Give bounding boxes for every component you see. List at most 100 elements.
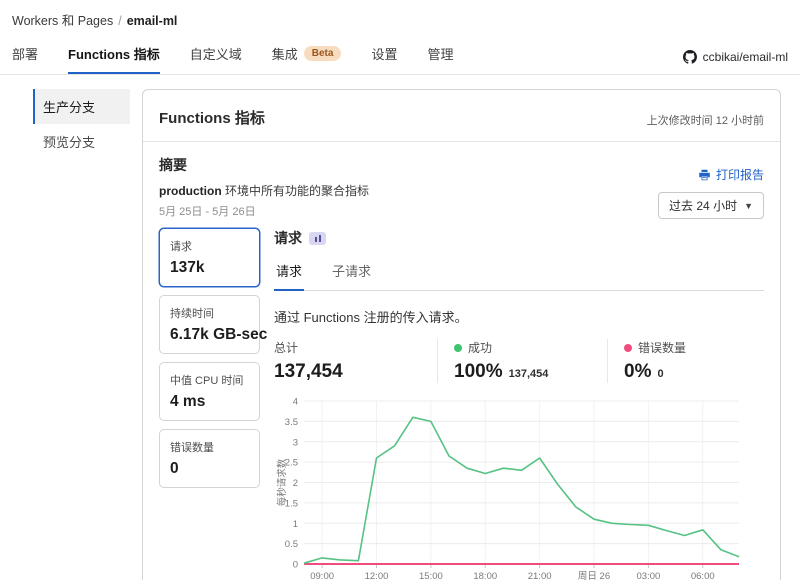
summary-block: 摘要 production 环境中所有功能的聚合指标 5月 25日 - 5月 2… <box>159 155 369 219</box>
svg-text:3: 3 <box>293 437 298 448</box>
tab-集成[interactable]: 集成 Beta <box>272 38 342 74</box>
stat-label-text: 错误数量 <box>638 339 686 356</box>
time-range-dropdown[interactable]: 过去 24 小时 ▼ <box>658 192 764 219</box>
svg-text:周日 26: 周日 26 <box>578 571 610 580</box>
stat-label: 错误数量 <box>624 339 686 356</box>
stat-label-text: 总计 <box>274 339 298 356</box>
stat-sub-value: 0 <box>657 368 663 380</box>
stat-label-text: 成功 <box>468 339 492 356</box>
content: 生产分支预览分支 Functions 指标 上次修改时间 12 小时前 摘要 p… <box>0 75 800 580</box>
functions-metrics-card: Functions 指标 上次修改时间 12 小时前 摘要 production… <box>142 89 781 580</box>
requests-tab-请求[interactable]: 请求 <box>274 257 304 291</box>
page-title: Functions 指标 <box>159 107 265 128</box>
tab-label: 集成 <box>272 44 298 63</box>
metric-card-请求[interactable]: 请求 137k <box>159 228 260 287</box>
beta-badge: Beta <box>304 46 342 61</box>
stat-value-row: 137,454 <box>274 361 421 383</box>
metric-label: 错误数量 <box>170 439 249 455</box>
requests-info-badge-icon[interactable] <box>309 232 326 245</box>
card-header: Functions 指标 上次修改时间 12 小时前 <box>143 90 780 142</box>
svg-text:3.5: 3.5 <box>285 417 298 428</box>
tab-管理[interactable]: 管理 <box>427 38 453 74</box>
breadcrumb-root[interactable]: Workers 和 Pages <box>12 14 113 28</box>
print-report-label: 打印报告 <box>716 166 764 183</box>
card-body: 摘要 production 环境中所有功能的聚合指标 5月 25日 - 5月 2… <box>143 142 780 580</box>
stat-成功: 成功 100% 137,454 <box>437 339 607 383</box>
requests-panel: 请求 请求子请求 通过 Functions 注册的传入请求。 总计137,454… <box>274 228 764 580</box>
tab-label: Functions 指标 <box>68 44 160 63</box>
requests-stats-row: 总计 137,454 成功 100% 137,454 错误数量 0% 0 <box>274 339 764 383</box>
tab-label: 自定义域 <box>190 44 242 63</box>
metric-value: 0 <box>170 460 249 478</box>
time-range-label: 过去 24 小时 <box>669 197 737 214</box>
stat-label: 总计 <box>274 339 421 356</box>
metric-value: 137k <box>170 259 249 277</box>
tab-label: 设置 <box>371 44 397 63</box>
github-icon <box>683 50 697 64</box>
requests-line-chart: 09:0012:0015:0018:0021:00周日 2603:0006:00… <box>274 393 764 580</box>
stat-value-row: 100% 137,454 <box>454 361 591 383</box>
metric-label: 持续时间 <box>170 305 249 321</box>
stat-错误数量: 错误数量 0% 0 <box>607 339 702 383</box>
stat-value-row: 0% 0 <box>624 361 686 383</box>
svg-text:每秒请求数: 每秒请求数 <box>276 458 288 506</box>
metric-value: 6.17k GB-sec <box>170 326 249 344</box>
sidebar-item-预览分支[interactable]: 预览分支 <box>33 124 130 159</box>
metrics-main-row: 请求 137k 持续时间 6.17k GB-sec 中值 CPU 时间 4 ms 错误数量 0… <box>159 228 764 580</box>
requests-title: 请求 <box>274 228 302 248</box>
summary-env: production <box>159 184 222 198</box>
tools-block: 打印报告 过去 24 小时 ▼ <box>658 155 764 219</box>
line-chart-svg: 09:0012:0015:0018:0021:00周日 2603:0006:00… <box>274 393 752 580</box>
requests-title-row: 请求 <box>274 228 764 248</box>
last-modified-text: 上次修改时间 12 小时前 <box>647 112 764 128</box>
breadcrumb-current: email-ml <box>127 14 178 28</box>
svg-text:12:00: 12:00 <box>365 571 389 580</box>
tab-自定义域[interactable]: 自定义域 <box>190 38 242 74</box>
requests-description: 通过 Functions 注册的传入请求。 <box>274 307 764 326</box>
stat-总计: 总计 137,454 <box>274 339 437 383</box>
breadcrumb-separator: / <box>118 14 121 28</box>
svg-text:4: 4 <box>293 397 298 408</box>
summary-line: production 环境中所有功能的聚合指标 <box>159 182 369 199</box>
date-range: 5月 25日 - 5月 26日 <box>159 203 369 219</box>
repo-link[interactable]: ccbikai/email-ml <box>683 50 788 74</box>
tab-label: 部署 <box>12 44 38 63</box>
tab-部署[interactable]: 部署 <box>12 38 38 74</box>
legend-dot-icon <box>624 344 632 352</box>
svg-text:21:00: 21:00 <box>528 571 552 580</box>
tab-label: 管理 <box>427 44 453 63</box>
svg-text:2: 2 <box>293 478 298 489</box>
summary-and-tools: 摘要 production 环境中所有功能的聚合指标 5月 25日 - 5月 2… <box>159 155 764 219</box>
metric-label: 中值 CPU 时间 <box>170 372 249 388</box>
repo-link-label: ccbikai/email-ml <box>703 50 788 64</box>
sidebar-item-生产分支[interactable]: 生产分支 <box>33 89 130 124</box>
svg-text:06:00: 06:00 <box>691 571 715 580</box>
tab-Functions 指标[interactable]: Functions 指标 <box>68 38 160 74</box>
branch-sidenav: 生产分支预览分支 <box>33 89 130 580</box>
stat-value: 137,454 <box>274 361 343 383</box>
stat-value: 100% <box>454 361 503 383</box>
stat-sub-value: 137,454 <box>509 368 549 380</box>
breadcrumb: Workers 和 Pages / email-ml <box>0 0 800 29</box>
metric-value: 4 ms <box>170 393 249 411</box>
stat-value: 0% <box>624 361 651 383</box>
svg-text:15:00: 15:00 <box>419 571 443 580</box>
printer-icon <box>698 169 711 181</box>
svg-text:18:00: 18:00 <box>473 571 497 580</box>
metric-card-中值 CPU 时间[interactable]: 中值 CPU 时间 4 ms <box>159 362 260 421</box>
requests-tabs: 请求子请求 <box>274 257 764 291</box>
chevron-down-icon: ▼ <box>744 201 753 211</box>
metric-card-list: 请求 137k 持续时间 6.17k GB-sec 中值 CPU 时间 4 ms 错误数量 0 <box>159 228 260 580</box>
top-tabbar: 部署 Functions 指标 自定义域 集成 Beta 设置 管理 ccbikai/ema… <box>0 38 800 75</box>
summary-desc: 环境中所有功能的聚合指标 <box>222 184 369 198</box>
svg-text:0.5: 0.5 <box>285 539 298 550</box>
metric-label: 请求 <box>170 238 249 254</box>
svg-text:09:00: 09:00 <box>310 571 334 580</box>
requests-tab-子请求[interactable]: 子请求 <box>330 257 373 290</box>
metric-card-持续时间[interactable]: 持续时间 6.17k GB-sec <box>159 295 260 354</box>
stat-label: 成功 <box>454 339 591 356</box>
metric-card-错误数量[interactable]: 错误数量 0 <box>159 429 260 488</box>
print-report-link[interactable]: 打印报告 <box>698 166 764 183</box>
tab-设置[interactable]: 设置 <box>371 38 397 74</box>
summary-title: 摘要 <box>159 155 369 175</box>
